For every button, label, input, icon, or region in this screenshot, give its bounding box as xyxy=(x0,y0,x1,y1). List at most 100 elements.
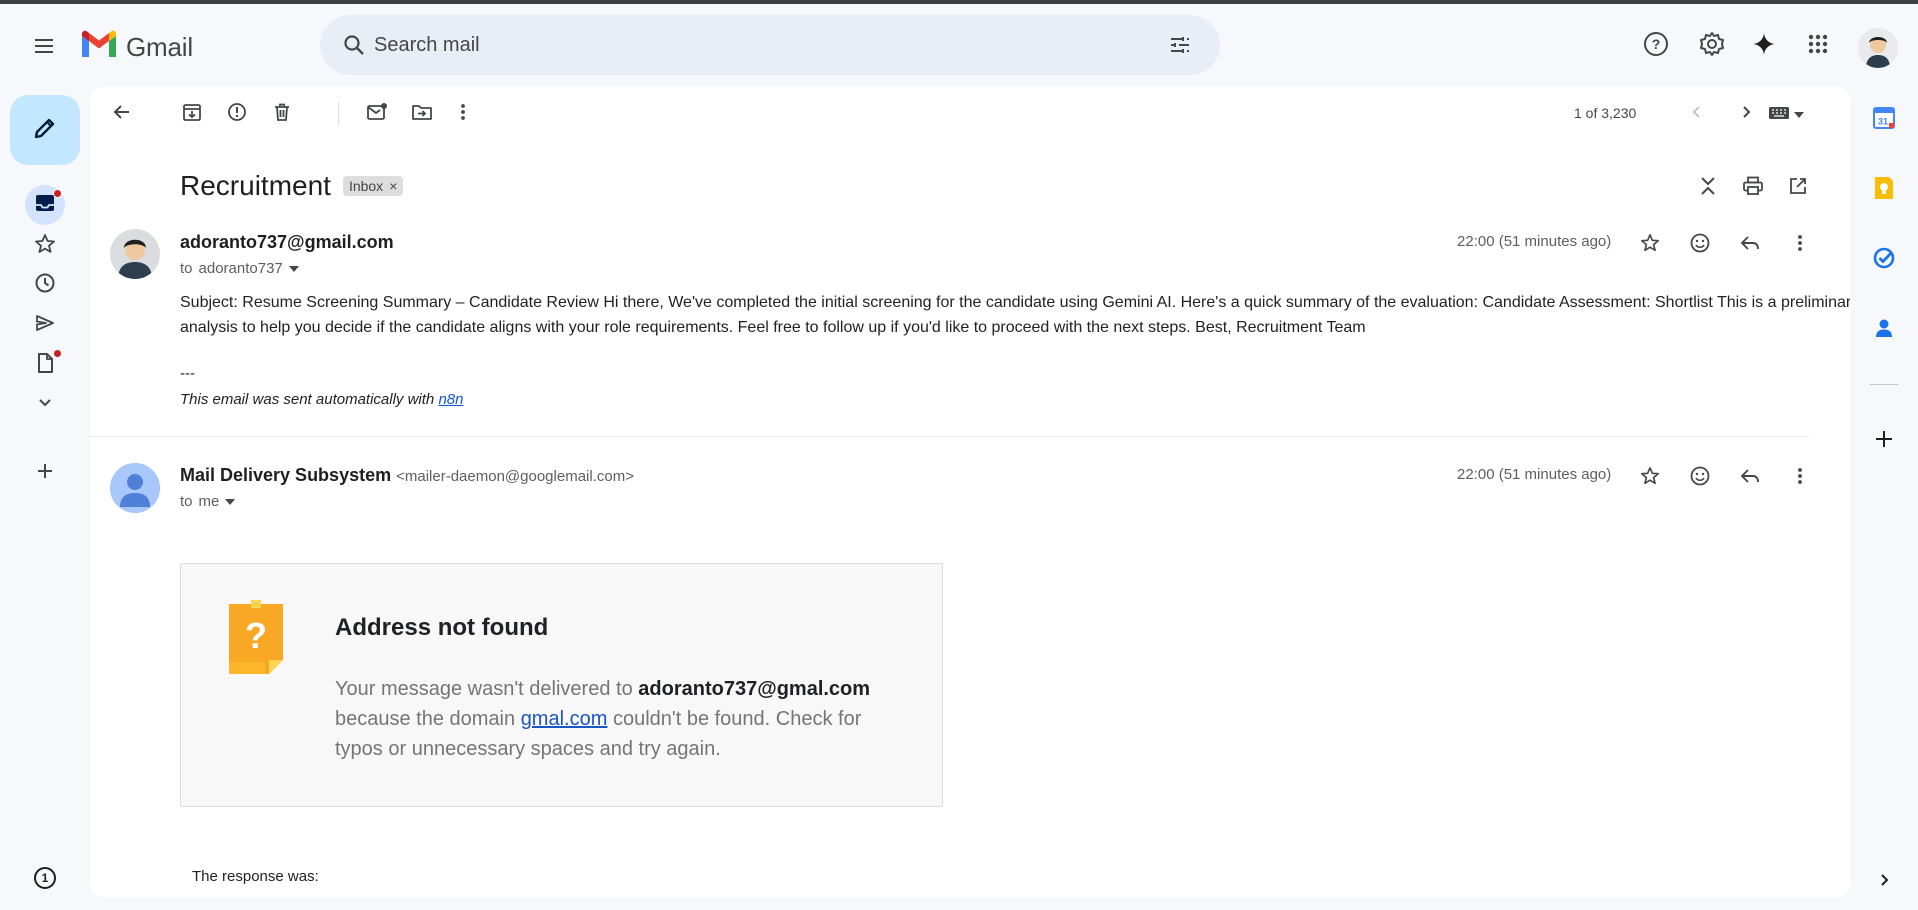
reply-button[interactable] xyxy=(1730,458,1770,498)
svg-text:?: ? xyxy=(1652,36,1661,52)
sender-avatar[interactable] xyxy=(110,229,160,279)
emoji-reaction-button[interactable] xyxy=(1680,225,1720,265)
emoji-icon xyxy=(1689,465,1711,492)
contacts-app-button[interactable] xyxy=(1864,310,1904,350)
bottom-badge[interactable]: 1 xyxy=(25,858,65,898)
compose-button[interactable] xyxy=(10,95,80,165)
rail-more[interactable] xyxy=(25,385,65,425)
open-new-window-button[interactable] xyxy=(1778,168,1818,208)
header: Gmail ? xyxy=(0,4,1918,84)
menu-icon xyxy=(32,34,56,63)
message-more-button[interactable] xyxy=(1780,458,1820,498)
get-addons-button[interactable] xyxy=(1864,421,1904,461)
search-bar[interactable] xyxy=(320,15,1220,75)
recipient-line[interactable]: to me xyxy=(180,493,236,510)
plus-icon xyxy=(1874,429,1894,454)
mark-unread-button[interactable] xyxy=(357,94,397,134)
notification-count-icon: 1 xyxy=(34,867,56,889)
rail-new-label[interactable] xyxy=(25,453,65,493)
settings-icon[interactable] xyxy=(1692,24,1732,64)
rail-starred[interactable] xyxy=(25,226,65,266)
delete-button[interactable] xyxy=(262,94,302,134)
apps-icon[interactable] xyxy=(1798,24,1838,64)
chevron-down-icon xyxy=(35,393,55,418)
sender-name: Mail Delivery Subsystem xyxy=(180,465,392,485)
details-caret-icon[interactable] xyxy=(288,260,299,277)
sender-line[interactable]: Mail Delivery Subsystem <mailer-daemon@g… xyxy=(180,465,634,486)
newer-button[interactable] xyxy=(1677,94,1717,134)
bounce-text-2: because the domain xyxy=(335,708,521,730)
reply-button[interactable] xyxy=(1730,225,1770,265)
account-avatar[interactable] xyxy=(1858,28,1898,68)
signature-line: This email was sent automatically with n… xyxy=(180,391,463,408)
message-view: 1 of 3,230 Recruitment Inbox × adoranto7… xyxy=(90,86,1850,898)
tasks-app-button[interactable] xyxy=(1864,240,1904,280)
page-title: Recruitment xyxy=(180,170,331,201)
back-button[interactable] xyxy=(102,94,142,134)
bounce-text-1: Your message wasn't delivered to xyxy=(335,678,639,700)
rail-drafts[interactable] xyxy=(25,345,65,385)
search-options-icon[interactable] xyxy=(1160,25,1200,65)
emoji-reaction-button[interactable] xyxy=(1680,458,1720,498)
search-input[interactable] xyxy=(374,15,1134,75)
calendar-icon: 31 xyxy=(1872,106,1896,135)
keep-app-button[interactable] xyxy=(1864,170,1904,210)
rail-mail[interactable] xyxy=(25,185,65,225)
drafts-dot xyxy=(53,349,62,358)
delete-icon xyxy=(272,102,292,127)
star-button[interactable] xyxy=(1630,458,1670,498)
contacts-icon xyxy=(1873,317,1895,344)
keyboard-icon xyxy=(1768,106,1790,125)
main-menu-button[interactable] xyxy=(24,28,64,68)
recipient-line[interactable]: to adoranto737 xyxy=(180,260,299,277)
signature-text: This email was sent automatically with xyxy=(180,391,439,408)
input-tools-button[interactable] xyxy=(1758,100,1814,130)
calendar-day: 31 xyxy=(1878,116,1888,126)
pagination-count: 1 of 3,230 xyxy=(1574,105,1637,121)
more-vert-icon xyxy=(1797,233,1803,258)
unread-dot xyxy=(53,189,62,198)
move-to-button[interactable] xyxy=(402,94,442,134)
more-vert-icon xyxy=(1797,466,1803,491)
gemini-icon[interactable] xyxy=(1744,24,1784,64)
message-divider xyxy=(90,436,1810,437)
gmail-logo[interactable]: Gmail xyxy=(80,30,193,64)
mark-unread-icon xyxy=(366,102,388,127)
app-name: Gmail xyxy=(126,31,193,62)
n8n-link[interactable]: n8n xyxy=(438,391,463,408)
rail-snoozed[interactable] xyxy=(25,265,65,305)
emoji-icon xyxy=(1689,232,1711,259)
show-side-panel-button[interactable] xyxy=(1864,862,1904,902)
reply-icon xyxy=(1739,466,1761,491)
label-text: Inbox xyxy=(348,178,384,194)
calendar-app-button[interactable]: 31 xyxy=(1864,100,1904,140)
report-spam-button[interactable] xyxy=(217,94,257,134)
archive-button[interactable] xyxy=(172,94,212,134)
remove-label-button[interactable]: × xyxy=(389,178,397,194)
help-icon[interactable]: ? xyxy=(1636,24,1676,64)
inbox-label-chip[interactable]: Inbox × xyxy=(342,176,404,196)
details-caret-icon[interactable] xyxy=(225,493,236,510)
toolbar-separator xyxy=(338,102,339,126)
more-actions-button[interactable] xyxy=(443,94,483,134)
star-icon xyxy=(1640,466,1660,491)
archive-icon xyxy=(182,102,202,127)
back-arrow-icon xyxy=(112,102,132,127)
message-body: Subject: Resume Screening Summary – Cand… xyxy=(180,294,1850,336)
rail-sent[interactable] xyxy=(25,305,65,345)
search-icon[interactable] xyxy=(334,25,374,65)
star-button[interactable] xyxy=(1630,225,1670,265)
chevron-right-icon xyxy=(1876,872,1892,893)
pencil-icon xyxy=(32,115,58,146)
print-all-button[interactable] xyxy=(1733,168,1773,208)
open-in-new-icon xyxy=(1788,176,1808,201)
sender-avatar[interactable] xyxy=(110,463,160,513)
tasks-icon xyxy=(1872,246,1896,275)
domain-link[interactable]: gmal.com xyxy=(521,708,608,730)
collapse-all-button[interactable] xyxy=(1688,168,1728,208)
caret-down-icon xyxy=(1794,106,1804,124)
message-time: 22:00 (51 minutes ago) xyxy=(1457,466,1612,483)
sender-name[interactable]: adoranto737@gmail.com xyxy=(180,232,394,253)
star-icon xyxy=(34,233,56,260)
message-more-button[interactable] xyxy=(1780,225,1820,265)
